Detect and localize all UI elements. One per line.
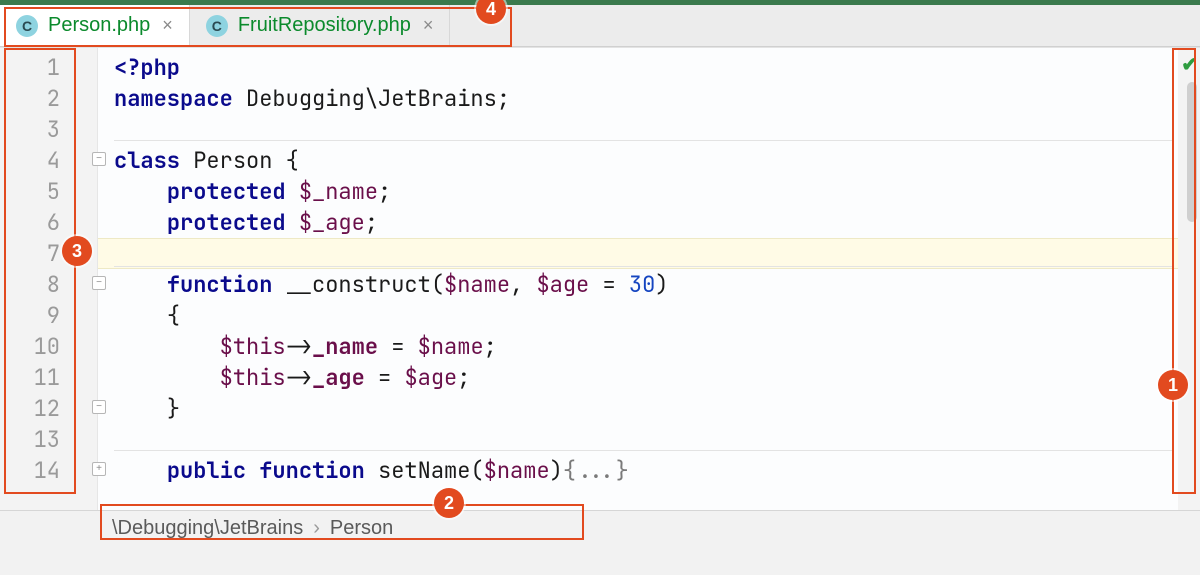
line-number: 1 bbox=[0, 52, 60, 83]
code-line: $this->_age = $age; bbox=[114, 362, 1178, 393]
scrollbar-thumb[interactable] bbox=[1187, 82, 1197, 222]
line-number: 8 bbox=[0, 269, 60, 300]
code-line: public function setName($name){...} bbox=[114, 455, 1178, 486]
breadcrumb[interactable]: \Debugging\JetBrains › Person bbox=[0, 510, 1200, 546]
line-number: 3 bbox=[0, 114, 60, 145]
close-icon[interactable]: × bbox=[160, 15, 175, 36]
line-number: 7 bbox=[0, 238, 60, 269]
analysis-ok-check-icon: ✔ bbox=[1181, 52, 1198, 77]
code-line: namespace Debugging\JetBrains; bbox=[114, 83, 1178, 114]
ide-editor-frame: C Person.php × C FruitRepository.php × 1… bbox=[0, 0, 1200, 546]
tab-label: FruitRepository.php bbox=[238, 14, 411, 37]
code-line: protected $_age; bbox=[114, 207, 1178, 238]
code-line: <?php bbox=[114, 52, 1178, 83]
code-line: $this->_name = $name; bbox=[114, 331, 1178, 362]
tab-label: Person.php bbox=[48, 14, 150, 37]
annotation-badge-3: 3 bbox=[62, 236, 92, 266]
separator bbox=[114, 266, 1174, 267]
breadcrumb-separator-icon: › bbox=[313, 517, 320, 540]
editor-shell: 1 2 3 4 5 6 7 8 9 10 11 12 13 14 − − − +… bbox=[0, 47, 1200, 510]
close-icon[interactable]: × bbox=[421, 15, 436, 36]
line-number: 10 bbox=[0, 331, 60, 362]
annotation-badge-2: 2 bbox=[434, 488, 464, 518]
annotation-badge-1: 1 bbox=[1158, 370, 1188, 400]
class-file-icon: C bbox=[206, 15, 228, 37]
code-area[interactable]: <?php namespace Debugging\JetBrains; cla… bbox=[98, 48, 1178, 510]
code-line: { bbox=[114, 300, 1178, 331]
tab-person-php[interactable]: C Person.php × bbox=[0, 5, 190, 46]
code-line: function __construct($name, $age = 30) bbox=[114, 269, 1178, 300]
separator bbox=[114, 140, 1174, 141]
line-number: 5 bbox=[0, 176, 60, 207]
line-number: 11 bbox=[0, 362, 60, 393]
tab-fruitrepository-php[interactable]: C FruitRepository.php × bbox=[190, 5, 451, 46]
line-number: 14 bbox=[0, 455, 60, 486]
line-number: 13 bbox=[0, 424, 60, 455]
code-line-current bbox=[98, 238, 1178, 269]
breadcrumb-namespace[interactable]: \Debugging\JetBrains bbox=[112, 517, 303, 540]
separator bbox=[114, 450, 1174, 451]
breadcrumb-class[interactable]: Person bbox=[330, 517, 393, 540]
code-line: protected $_name; bbox=[114, 176, 1178, 207]
class-file-icon: C bbox=[16, 15, 38, 37]
line-number: 12 bbox=[0, 393, 60, 424]
code-line: } bbox=[114, 393, 1178, 424]
code-line: class Person { bbox=[114, 145, 1178, 176]
analysis-stripe[interactable]: ✔ bbox=[1178, 48, 1200, 510]
line-number: 2 bbox=[0, 83, 60, 114]
line-number: 6 bbox=[0, 207, 60, 238]
line-number: 4 bbox=[0, 145, 60, 176]
editor-tabbar: C Person.php × C FruitRepository.php × bbox=[0, 5, 1200, 47]
line-number: 9 bbox=[0, 300, 60, 331]
line-number-gutter[interactable]: 1 2 3 4 5 6 7 8 9 10 11 12 13 14 − − − + bbox=[0, 48, 98, 510]
